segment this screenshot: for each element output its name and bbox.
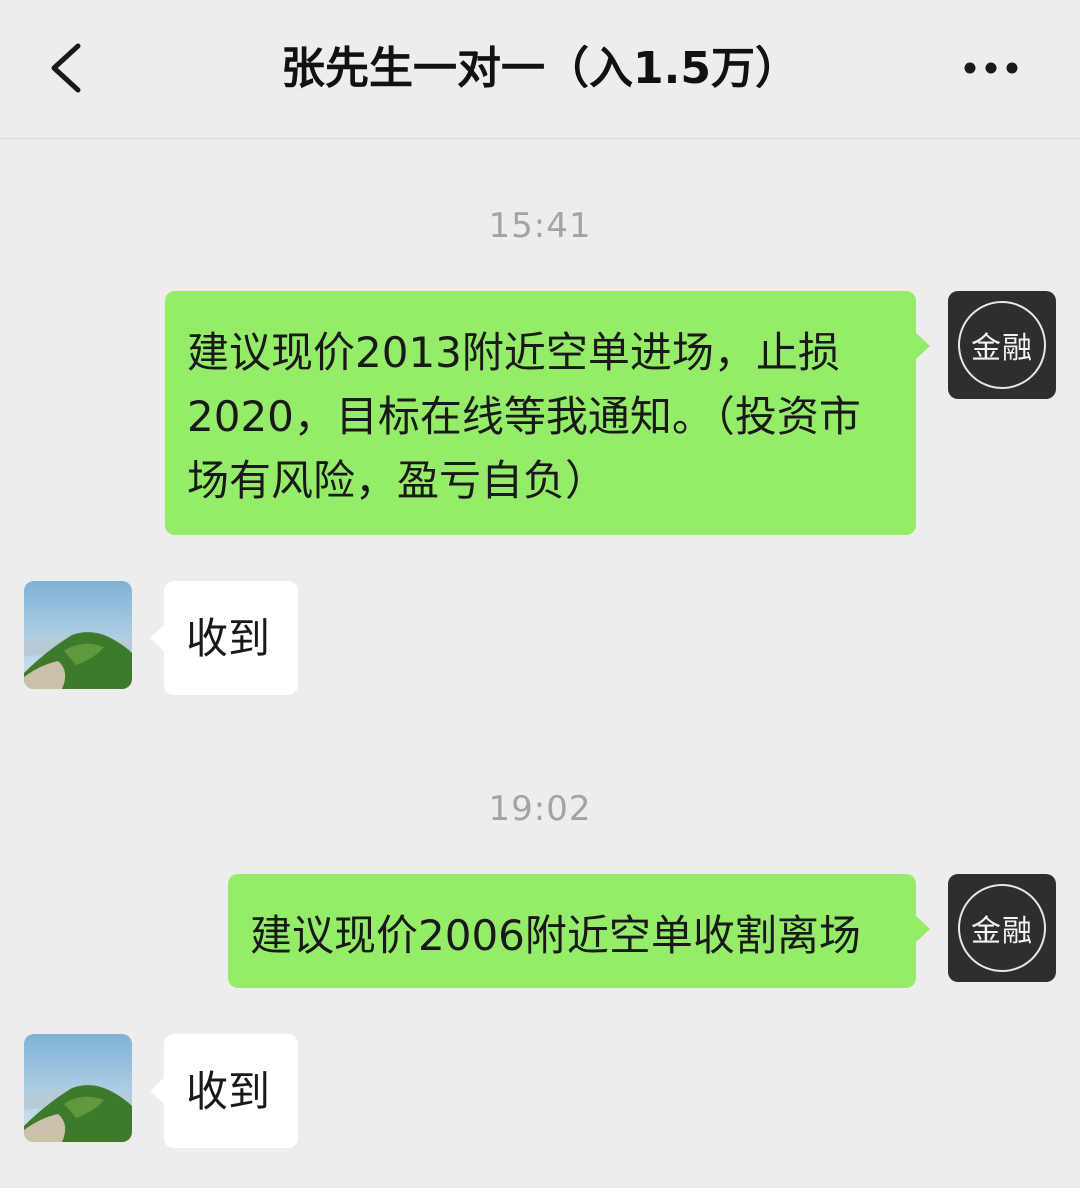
sender-avatar-logo: 金融 — [958, 301, 1046, 389]
received-message-bubble[interactable]: 收到 — [150, 1034, 298, 1148]
mountain-landscape-icon — [24, 1034, 132, 1142]
more-button[interactable] — [946, 38, 1036, 98]
sender-avatar-text: 金融 — [971, 331, 1033, 366]
chevron-left-icon — [51, 43, 81, 93]
received-message-bubble[interactable]: 收到 — [150, 581, 298, 695]
message-timestamp: 19:02 — [488, 789, 592, 829]
more-dots-icon — [964, 62, 1018, 74]
sender-avatar-text: 金融 — [971, 914, 1033, 949]
mountain-landscape-icon — [24, 581, 132, 689]
contact-avatar[interactable] — [24, 1034, 132, 1142]
sender-avatar[interactable]: 金融 — [948, 291, 1056, 399]
back-button[interactable] — [36, 32, 96, 104]
sent-message-bubble[interactable]: 建议现价2006附近空单收割离场 — [228, 874, 930, 988]
chat-title: 张先生一对一（入1.5万） — [281, 43, 799, 94]
sender-avatar[interactable]: 金融 — [948, 874, 1056, 982]
contact-avatar[interactable] — [24, 581, 132, 689]
message-timestamp: 15:41 — [488, 206, 592, 246]
sender-avatar-logo: 金融 — [958, 884, 1046, 972]
chat-header: 张先生一对一（入1.5万） — [0, 0, 1080, 139]
sent-message-bubble[interactable]: 建议现价2013附近空单进场，止损2020，目标在线等我通知。（投资市场有风险，… — [165, 291, 930, 535]
